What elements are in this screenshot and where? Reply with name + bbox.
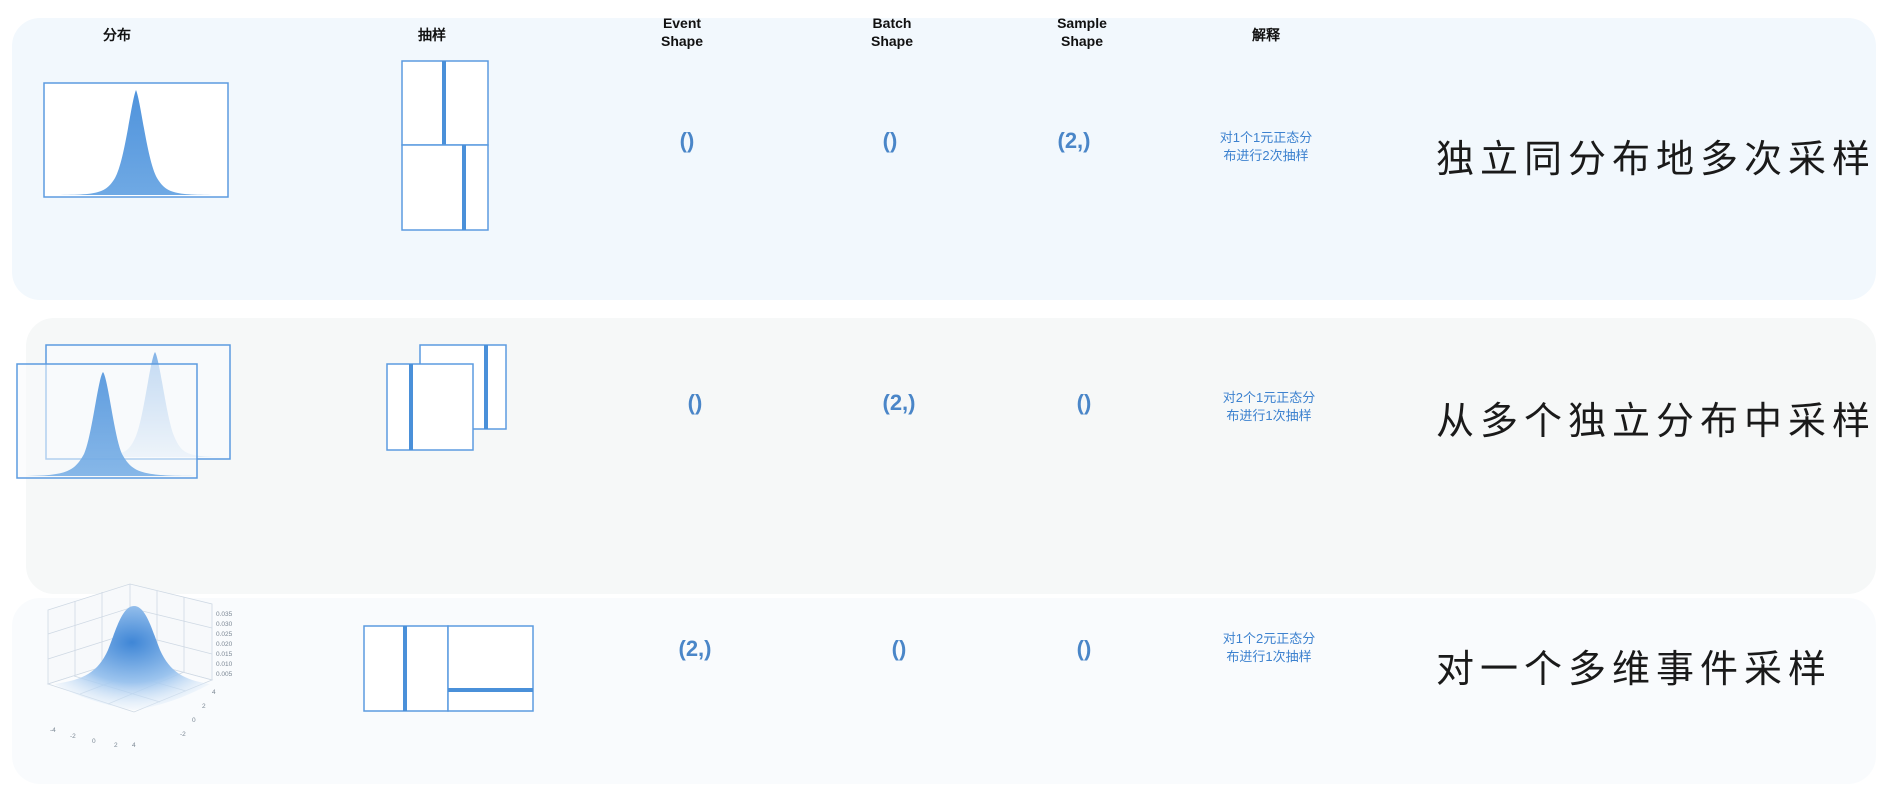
- row-panel-2: [26, 318, 1876, 594]
- row3-x-tick-4: 2: [114, 742, 118, 749]
- row3-x-tick-5: 4: [132, 742, 136, 749]
- row3-z-tick-1: 0.035: [216, 611, 233, 618]
- header-explanation: 解释: [1252, 27, 1280, 43]
- row3-z-axis-ticks: 0.035 0.030 0.025 0.020 0.015 0.010 0.00…: [216, 611, 233, 678]
- row1-normal-curve-diagram: [43, 82, 229, 198]
- header-event-shape: Event Shape: [622, 14, 742, 50]
- row3-y-tick-2: 2: [202, 703, 206, 710]
- row3-batch-shape: (): [891, 636, 907, 661]
- row3-z-tick-3: 0.025: [216, 631, 233, 638]
- row1-description: 独立同分布地多次采样: [1436, 139, 1877, 181]
- row3-y-tick-3: 0: [192, 717, 196, 724]
- row2-two-normal-curves-diagram: [16, 344, 231, 479]
- header-sample-shape-line-2: Shape: [1060, 33, 1103, 49]
- header-sampling: 抽样: [418, 27, 446, 43]
- row3-sample-marker-left: [403, 626, 407, 711]
- row3-x-tick-1: -4: [50, 727, 56, 734]
- row3-description: 对一个多维事件采样: [1436, 649, 1833, 691]
- row3-z-tick-5: 0.015: [216, 651, 233, 658]
- row3-sample-shape: (): [1076, 636, 1092, 661]
- row1-event-shape: (): [679, 128, 695, 153]
- row3-sample-box-right: [447, 625, 534, 712]
- row2-explanation: 对2个1元正态分 布进行1次抽样: [1199, 389, 1339, 425]
- header-event-shape-line-2: Shape: [660, 33, 703, 49]
- row2-sample-box-front: [386, 363, 474, 451]
- row2-explanation-line-1: 对2个1元正态分: [1222, 390, 1316, 405]
- row3-event-shape: (2,): [678, 636, 712, 661]
- row3-z-tick-4: 0.020: [216, 641, 233, 648]
- header-distribution: 分布: [103, 27, 131, 43]
- row3-x-tick-3: 0: [92, 738, 96, 745]
- row1-sample-marker-bottom: [462, 145, 466, 230]
- row3-z-tick-6: 0.010: [216, 661, 233, 668]
- header-sample-shape-line-1: Sample: [1057, 15, 1107, 31]
- row1-sample-marker-top: [442, 61, 446, 145]
- row1-sample-shape: (2,): [1057, 128, 1091, 153]
- row2-sample-shape: (): [1076, 390, 1092, 415]
- row2-sampling-diagram: [386, 344, 507, 451]
- header-batch-shape-line-1: Batch: [872, 15, 912, 31]
- header-event-shape-line-1: Event: [662, 15, 702, 31]
- header-batch-shape-line-2: Shape: [870, 33, 913, 49]
- row1-sampling-diagram: [401, 60, 489, 231]
- row3-3d-surface-plot: 0.035 0.030 0.025 0.020 0.015 0.010 0.00…: [46, 583, 233, 749]
- row3-explanation-line-2: 布进行1次抽样: [1226, 649, 1312, 664]
- row2-description: 从多个独立分布中采样: [1436, 401, 1877, 443]
- row1-batch-shape: (): [882, 128, 898, 153]
- row2-sample-marker-back: [484, 345, 488, 429]
- row3-sampling-diagram: [363, 625, 534, 712]
- row3-y-tick-4: -2: [180, 731, 186, 738]
- row1-explanation-line-1: 对1个1元正态分: [1219, 130, 1313, 145]
- row2-event-shape: (): [687, 390, 703, 415]
- row3-y-axis-ticks: 4 2 0 -2: [180, 689, 216, 738]
- row3-explanation-line-1: 对1个2元正态分: [1222, 631, 1316, 646]
- row1-explanation: 对1个1元正态分 布进行2次抽样: [1196, 129, 1336, 165]
- row2-explanation-line-2: 布进行1次抽样: [1226, 408, 1312, 423]
- row3-z-tick-2: 0.030: [216, 621, 233, 628]
- row3-sample-marker-right: [448, 688, 533, 692]
- header-batch-shape: Batch Shape: [832, 14, 952, 50]
- row1-sample-box-bottom: [401, 144, 489, 231]
- row3-y-tick-1: 4: [212, 689, 216, 696]
- header-sample-shape: Sample Shape: [1022, 14, 1142, 50]
- row3-x-tick-2: -2: [70, 733, 76, 740]
- row2-sample-marker-front: [409, 364, 413, 450]
- row3-z-tick-7: 0.005: [216, 671, 233, 678]
- row3-explanation: 对1个2元正态分 布进行1次抽样: [1199, 630, 1339, 666]
- row3-x-axis-ticks: -4 -2 0 2 4: [50, 727, 136, 749]
- row1-explanation-line-2: 布进行2次抽样: [1223, 148, 1309, 163]
- row2-batch-shape: (2,): [882, 390, 916, 415]
